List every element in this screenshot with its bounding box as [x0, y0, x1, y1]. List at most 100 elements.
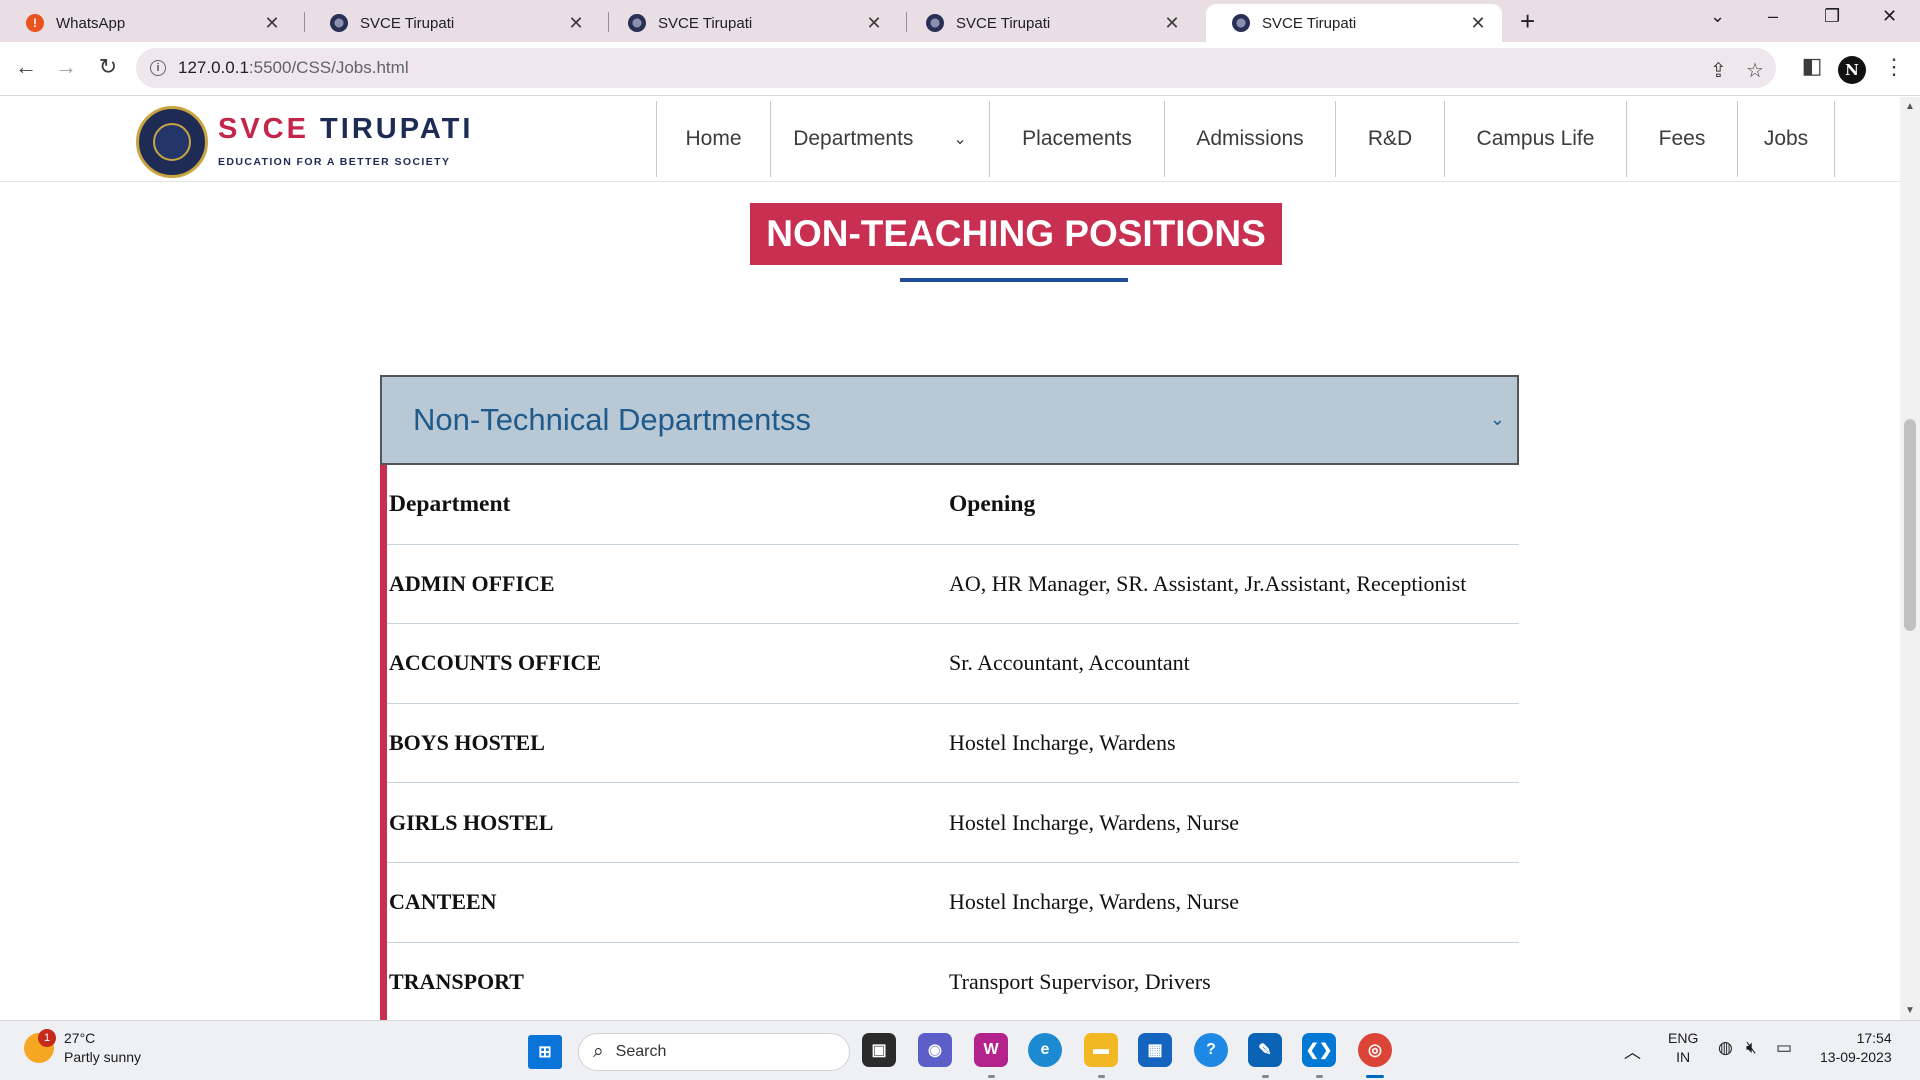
opening-cell: AO, HR Manager, SR. Assistant, Jr.Assist…: [949, 570, 1467, 596]
nav-departments[interactable]: Departments ⌄: [770, 101, 989, 177]
search-placeholder: Search: [615, 1043, 667, 1060]
battery-icon[interactable]: ▭: [1776, 1038, 1792, 1058]
weather-temp: 27°C: [64, 1030, 96, 1046]
tab-title: WhatsApp: [56, 14, 126, 32]
lang-top: ENG: [1668, 1030, 1699, 1046]
tab-whatsapp[interactable]: ! WhatsApp ✕: [0, 4, 296, 42]
nav-admissions[interactable]: Admissions: [1164, 101, 1335, 177]
nav-campus-life[interactable]: Campus Life: [1444, 101, 1626, 177]
address-bar[interactable]: i 127.0.0.1 :5500/CSS/Jobs.html ⇪ ☆: [136, 48, 1776, 88]
nav-placements[interactable]: Placements: [989, 101, 1164, 177]
weather-desc: Partly sunny: [64, 1049, 142, 1065]
close-icon[interactable]: ✕: [566, 13, 586, 34]
department-cell: ADMIN OFFICE: [389, 570, 555, 596]
chrome-icon[interactable]: ◎: [1358, 1033, 1392, 1067]
task-view-icon[interactable]: ▣: [862, 1033, 896, 1067]
nav-label: Campus Life: [1476, 127, 1595, 150]
reload-icon[interactable]: ↻: [94, 54, 122, 80]
tab-svce-2[interactable]: SVCE Tirupati ✕: [602, 4, 898, 42]
clock[interactable]: 17:54 13-09-2023: [1820, 1029, 1892, 1067]
side-panel-icon[interactable]: ◧: [1798, 53, 1826, 79]
scroll-up-icon[interactable]: ▲: [1905, 101, 1915, 112]
brand-tagline: EDUCATION FOR A BETTER SOCIETY: [218, 156, 451, 168]
new-tab-icon[interactable]: +: [1520, 6, 1535, 37]
nav-rd[interactable]: R&D: [1335, 101, 1444, 177]
running-indicator: [1316, 1075, 1323, 1078]
forward-icon[interactable]: →: [52, 54, 80, 80]
bookmark-star-icon[interactable]: ☆: [1746, 58, 1764, 83]
running-indicator: [988, 1075, 995, 1078]
close-icon[interactable]: ✕: [1162, 13, 1182, 34]
close-icon[interactable]: ✕: [864, 13, 884, 34]
nav-fees[interactable]: Fees: [1626, 101, 1737, 177]
nav-label: Jobs: [1763, 127, 1809, 150]
opening-cell: Hostel Incharge, Wardens, Nurse: [949, 889, 1240, 915]
chevron-down-icon: ⌄: [1489, 409, 1505, 429]
page-scrollbar[interactable]: ▲ ▼: [1900, 97, 1920, 1020]
nav-label: Fees: [1658, 127, 1706, 150]
file-explorer-icon[interactable]: ▬: [1084, 1033, 1118, 1067]
microsoft-store-icon[interactable]: ▦: [1138, 1033, 1172, 1067]
edge-browser-icon[interactable]: e: [1028, 1033, 1062, 1067]
url-path: :5500/CSS/Jobs.html: [248, 58, 409, 77]
language-indicator[interactable]: ENG IN: [1668, 1029, 1698, 1067]
network-icon[interactable]: ◍: [1718, 1038, 1733, 1058]
nav-label: Admissions: [1196, 127, 1304, 150]
vscode-icon[interactable]: ❮❯: [1302, 1033, 1336, 1067]
tab-svce-active[interactable]: SVCE Tirupati ✕: [1206, 4, 1502, 42]
brand-name[interactable]: SVCE TIRUPATI: [218, 113, 473, 146]
close-icon[interactable]: ✕: [262, 13, 282, 34]
table-row: GIRLS HOSTEL Hostel Incharge, Wardens, N…: [387, 783, 1519, 863]
teams-chat-icon[interactable]: ◉: [918, 1033, 952, 1067]
positions-table: Department Opening ADMIN OFFICE AO, HR M…: [380, 465, 1519, 1020]
opening-cell: Sr. Accountant, Accountant: [949, 650, 1190, 676]
tab-search-chevron-icon[interactable]: ⌄: [1710, 6, 1725, 27]
windows-taskbar: 1 27°C Partly sunny ⊞ ⌕ Search ▣ ◉ W e ▬…: [0, 1020, 1920, 1080]
volume-muted-icon[interactable]: 🔇︎: [1746, 1038, 1757, 1058]
nav-jobs[interactable]: Jobs: [1737, 101, 1835, 177]
running-indicator: [1262, 1075, 1269, 1078]
nav-label: Placements: [1022, 127, 1132, 150]
browser-toolbar: ← → ↻ i 127.0.0.1 :5500/CSS/Jobs.html ⇪ …: [0, 42, 1920, 96]
minimize-icon[interactable]: –: [1768, 6, 1778, 27]
restore-icon[interactable]: ❐: [1824, 6, 1840, 27]
department-cell: ACCOUNTS OFFICE: [389, 650, 602, 676]
nav-home[interactable]: Home: [656, 101, 770, 177]
table-row: ACCOUNTS OFFICE Sr. Accountant, Accounta…: [387, 624, 1519, 704]
column-header-department: Department: [389, 490, 511, 517]
weather-sun-icon: 1: [24, 1029, 56, 1063]
svce-favicon-icon: [330, 14, 348, 32]
table-header-row: Department Opening: [387, 465, 1519, 545]
site-info-icon[interactable]: i: [150, 60, 166, 76]
tab-svce-1[interactable]: SVCE Tirupati ✕: [304, 4, 600, 42]
share-icon[interactable]: ⇪: [1710, 58, 1727, 83]
svce-favicon-icon: [926, 14, 944, 32]
tray-overflow-chevron-icon[interactable]: ︿: [1624, 1038, 1641, 1063]
start-windows-icon[interactable]: ⊞: [528, 1035, 562, 1069]
svce-logo-seal[interactable]: [136, 106, 208, 178]
help-icon[interactable]: ?: [1194, 1033, 1228, 1067]
title-underline: [900, 278, 1128, 282]
accordion-non-technical: Non-Technical Departmentss ⌄ Department …: [380, 375, 1519, 1020]
close-icon[interactable]: ✕: [1468, 13, 1488, 34]
quick-assist-icon[interactable]: ✎: [1248, 1033, 1282, 1067]
tab-title: SVCE Tirupati: [658, 14, 753, 32]
department-cell: GIRLS HOSTEL: [389, 809, 554, 835]
taskbar-search[interactable]: ⌕ Search: [578, 1033, 850, 1071]
app-purple-icon[interactable]: W: [974, 1033, 1008, 1067]
opening-cell: Transport Supervisor, Drivers: [949, 968, 1211, 994]
weather-widget[interactable]: 1 27°C Partly sunny: [24, 1029, 141, 1067]
back-icon[interactable]: ←: [12, 54, 40, 80]
accordion-header[interactable]: Non-Technical Departmentss ⌄: [380, 375, 1519, 465]
tab-svce-3[interactable]: SVCE Tirupati ✕: [900, 4, 1196, 42]
menu-kebab-icon[interactable]: ⋮: [1880, 54, 1908, 80]
running-indicator: [1098, 1075, 1105, 1078]
window-close-icon[interactable]: ✕: [1882, 6, 1897, 27]
profile-avatar[interactable]: N: [1838, 56, 1866, 84]
scroll-down-icon[interactable]: ▼: [1905, 1005, 1915, 1016]
scrollbar-thumb[interactable]: [1904, 419, 1916, 631]
tab-title: SVCE Tirupati: [956, 14, 1051, 32]
table-row: BOYS HOSTEL Hostel Incharge, Wardens: [387, 704, 1519, 784]
svce-favicon-icon: [1232, 14, 1250, 32]
page-title: NON-TEACHING POSITIONS: [750, 203, 1282, 265]
